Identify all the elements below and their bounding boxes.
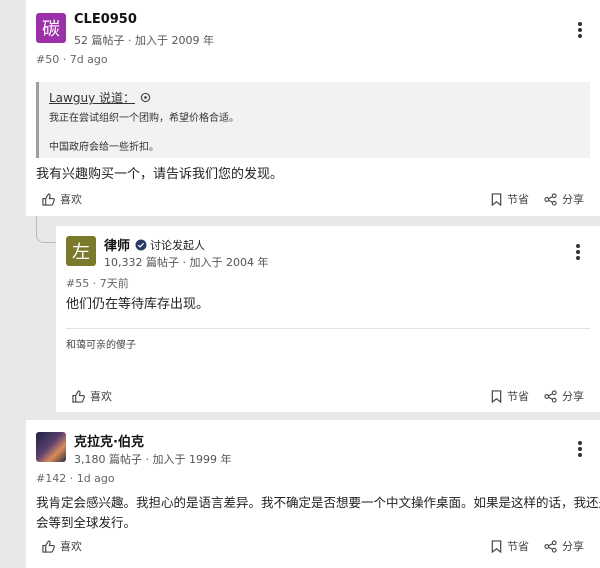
post-card: 碳 CLE0950 52 篇帖子 · 加入于 2009 年 #50 · 7d a… — [26, 0, 600, 216]
op-badge: 讨论发起人 — [150, 238, 206, 252]
post-info[interactable]: #50 · 7d ago — [36, 53, 108, 66]
avatar[interactable] — [36, 432, 66, 462]
bookmark-button[interactable]: 节省 — [491, 538, 529, 554]
like-button[interactable]: 喜欢 — [42, 538, 82, 554]
reply-card: 左 律师 讨论发起人 10,332 篇帖子 · 加入于 2004 年 #55 ·… — [56, 226, 600, 412]
thumbs-up-icon — [42, 539, 55, 553]
bookmark-icon — [491, 192, 502, 206]
signature-divider — [66, 328, 590, 329]
share-icon — [544, 192, 557, 206]
share-icon — [544, 389, 557, 403]
username[interactable]: CLE0950 — [74, 12, 137, 27]
more-options-icon[interactable] — [576, 244, 580, 262]
share-button[interactable]: 分享 — [544, 538, 584, 554]
bookmark-icon — [491, 389, 502, 403]
quote-block: Lawguy 说道： 我正在尝试组织一个团购，希望价格合适。 中国政府会给一些折… — [36, 82, 590, 158]
more-options-icon[interactable] — [578, 441, 582, 459]
share-button[interactable]: 分享 — [544, 388, 584, 404]
quote-text: 我正在尝试组织一个团购，希望价格合适。 — [49, 113, 239, 124]
quote-author-link[interactable]: Lawguy 说道： — [49, 89, 135, 106]
like-button[interactable]: 喜欢 — [42, 191, 82, 207]
thumbs-up-icon — [42, 192, 55, 206]
post-body: 我肯定会感兴趣。我担心的是语言差异。我不确定是否想要一个中文操作桌面。如果是这样… — [36, 495, 600, 510]
bookmark-button[interactable]: 节省 — [491, 388, 529, 404]
username[interactable]: 律师 — [104, 235, 130, 254]
user-stats: 52 篇帖子 · 加入于 2009 年 — [74, 34, 214, 47]
thumbs-up-icon — [72, 389, 85, 403]
avatar[interactable]: 左 — [66, 236, 96, 266]
username[interactable]: 克拉克·伯克 — [74, 431, 144, 450]
post-info[interactable]: #55 · 7天前 — [66, 275, 129, 291]
quote-text: 中国政府会给一些折扣。 — [49, 142, 159, 153]
bookmark-icon — [491, 539, 502, 553]
like-button[interactable]: 喜欢 — [72, 388, 112, 404]
more-options-icon[interactable] — [578, 22, 582, 40]
post-card: 克拉克·伯克 3,180 篇帖子 · 加入于 1999 年 #142 · 1d … — [26, 420, 600, 568]
thread-connector — [36, 216, 57, 243]
user-stats: 10,332 篇帖子 · 加入于 2004 年 — [104, 256, 269, 269]
share-button[interactable]: 分享 — [544, 191, 584, 207]
avatar[interactable]: 碳 — [36, 13, 66, 43]
expand-quote-icon[interactable] — [140, 92, 151, 103]
bookmark-button[interactable]: 节省 — [491, 191, 529, 207]
post-info[interactable]: #142 · 1d ago — [36, 472, 115, 485]
verified-icon — [135, 239, 147, 250]
post-body: 他们仍在等待库存出现。 — [66, 297, 210, 312]
post-body: 会等到全球发行。 — [36, 515, 137, 530]
post-body: 我有兴趣购买一个，请告诉我们您的发现。 — [36, 167, 284, 182]
share-icon — [544, 539, 557, 553]
user-stats: 3,180 篇帖子 · 加入于 1999 年 — [74, 453, 232, 466]
signature: 和蔼可亲的傻子 — [66, 340, 136, 351]
